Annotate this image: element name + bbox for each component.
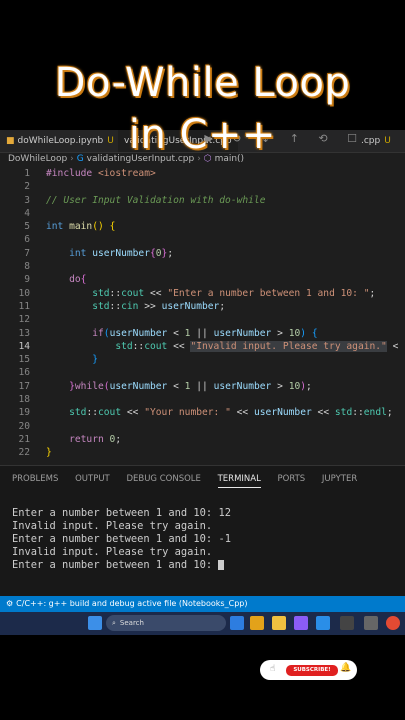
tab-terminal[interactable]: TERMINAL xyxy=(217,474,261,488)
files-app-icon[interactable] xyxy=(250,616,264,630)
code-line: 22} xyxy=(18,447,52,459)
app-icon[interactable] xyxy=(364,616,378,630)
subscribe-badge[interactable]: ☝ SUBSCRIBE! 🔔 xyxy=(260,660,357,680)
code-line: 4 xyxy=(24,207,30,219)
code-line: 15 } xyxy=(18,354,98,366)
bell-icon[interactable]: 🔔 xyxy=(340,663,351,673)
code-line: 19 std::cout << "Your number: " << userN… xyxy=(18,407,393,419)
debug-icon: ⚙ xyxy=(6,599,14,608)
terminal-prompt-line[interactable]: Enter a number between 1 and 10: xyxy=(12,559,231,572)
code-line: 14 std::cout << "Invalid input. Please t… xyxy=(18,340,399,352)
taskbar-search[interactable]: ⌕ Search xyxy=(106,615,226,631)
terminal-line: Invalid input. Please try again. xyxy=(12,520,213,532)
bottom-panel: PROBLEMS OUTPUT DEBUG CONSOLE TERMINAL P… xyxy=(0,465,405,601)
subscribe-button[interactable]: SUBSCRIBE! xyxy=(286,665,338,676)
status-bar: ⚙ C/C++: g++ build and debug active file … xyxy=(0,596,405,612)
code-line: 2 xyxy=(24,181,30,193)
code-line: 9 do{ xyxy=(24,274,87,286)
tab-ports[interactable]: PORTS xyxy=(278,474,306,487)
terminal-cursor xyxy=(218,560,225,570)
overlay-title-line1: Do-While Loop xyxy=(54,60,351,106)
tab-debug-console[interactable]: DEBUG CONSOLE xyxy=(126,474,200,487)
tab-problems[interactable]: PROBLEMS xyxy=(12,474,58,487)
code-line: 1 #include <iostream> xyxy=(24,168,156,179)
search-icon: ⌕ xyxy=(112,619,116,627)
vscode-icon[interactable] xyxy=(316,616,330,630)
code-line: 16 xyxy=(18,367,30,379)
code-line: 20 xyxy=(18,420,30,432)
hand-pointer-icon: ☝ xyxy=(270,664,276,674)
code-line: 17 }while(userNumber < 1 || userNumber >… xyxy=(18,380,312,392)
code-line: 6 xyxy=(24,234,30,246)
code-line: 13 if(userNumber < 1 || userNumber > 10)… xyxy=(18,327,318,339)
code-area[interactable]: 1 #include <iostream> 2 3// User Input Va… xyxy=(0,167,405,460)
code-editor-window: ■ doWhileLoop.ipynb U validatingUserInput.… xyxy=(0,130,405,635)
overlay-title-line2: in C++ xyxy=(128,112,277,158)
tab-output[interactable]: OUTPUT xyxy=(75,474,110,487)
check-app-icon[interactable] xyxy=(230,616,244,630)
os-taskbar: ⌕ Search xyxy=(0,612,405,635)
code-line: 5 int main() { xyxy=(24,221,116,233)
terminal-output[interactable]: Enter a number between 1 and 10: 12 Inva… xyxy=(12,507,231,572)
terminal-line: Invalid input. Please try again. xyxy=(12,546,213,558)
code-line: 7 int userNumber{0}; xyxy=(24,247,174,259)
code-line: 10 std::cout << "Enter a number between … xyxy=(18,287,376,299)
tab-jupyter[interactable]: JUPYTER xyxy=(322,474,357,487)
panel-tabs: PROBLEMS OUTPUT DEBUG CONSOLE TERMINAL P… xyxy=(12,474,371,488)
app-icon[interactable] xyxy=(294,616,308,630)
folder-icon[interactable] xyxy=(272,616,286,630)
code-line: 21 return 0; xyxy=(18,433,122,445)
status-text[interactable]: C/C++: g++ build and debug active file (… xyxy=(16,599,247,608)
code-line: 11 std::cin >> userNumber; xyxy=(18,300,226,312)
terminal-line: Enter a number between 1 and 10: -1 xyxy=(12,533,231,545)
code-line: 12 xyxy=(18,314,30,326)
code-line: 3// User Input Validation with do-while xyxy=(24,194,266,206)
start-icon[interactable] xyxy=(88,616,102,630)
terminal-line: Enter a number between 1 and 10: 12 xyxy=(12,507,231,519)
browser-icon[interactable] xyxy=(386,616,400,630)
terminal-app-icon[interactable] xyxy=(340,616,354,630)
code-line: 18 xyxy=(18,394,30,406)
code-line: 8 xyxy=(24,261,30,273)
